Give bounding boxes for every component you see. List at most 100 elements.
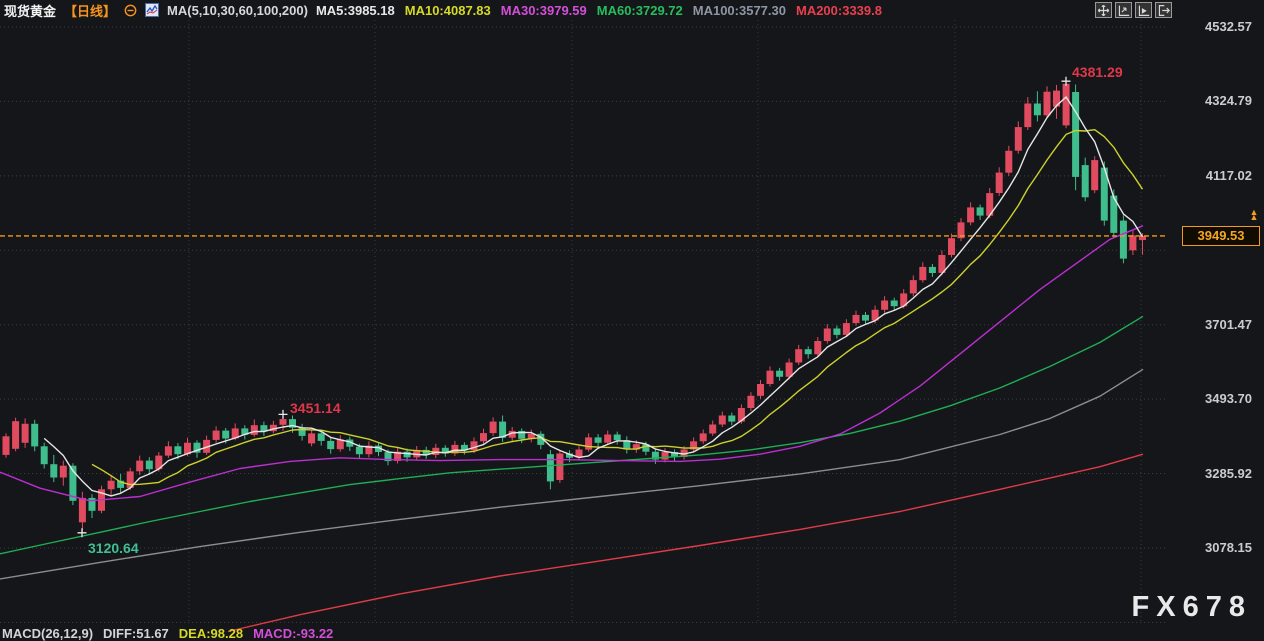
candle[interactable] (12, 421, 19, 449)
candle[interactable] (1044, 92, 1051, 116)
candle[interactable] (1063, 84, 1070, 126)
candle[interactable] (1129, 235, 1136, 250)
candle[interactable] (3, 436, 10, 455)
axis-tick-label: 3285.92 (1172, 466, 1252, 481)
candle[interactable] (719, 416, 726, 425)
candle[interactable] (222, 431, 229, 439)
candle[interactable] (213, 431, 220, 440)
candle[interactable] (165, 446, 172, 455)
candle[interactable] (146, 461, 153, 470)
candlestick-chart[interactable]: 4381.293451.143120.64 (0, 0, 1264, 638)
pane-zoom-button[interactable] (1115, 2, 1132, 18)
candle[interactable] (919, 267, 926, 280)
current-price-tag: 3949.53 (1182, 226, 1260, 246)
candle[interactable] (977, 207, 984, 215)
candle[interactable] (327, 441, 334, 449)
candle[interactable] (881, 301, 888, 310)
pan-tool-button[interactable] (1095, 2, 1112, 18)
candle[interactable] (862, 315, 869, 321)
candle[interactable] (280, 419, 287, 425)
candle[interactable] (556, 454, 563, 481)
candle[interactable] (31, 424, 38, 447)
candle[interactable] (853, 315, 860, 323)
candle[interactable] (747, 396, 754, 408)
candle[interactable] (136, 461, 143, 472)
candle[interactable] (929, 267, 936, 273)
candle[interactable] (1082, 165, 1089, 197)
candle[interactable] (308, 433, 315, 443)
candle[interactable] (404, 452, 411, 458)
ma-line-ma5 (44, 97, 1142, 496)
candle[interactable] (767, 371, 774, 384)
candle[interactable] (22, 424, 29, 443)
axis-tick-label: 4117.02 (1172, 168, 1252, 183)
candle[interactable] (1072, 92, 1079, 177)
candle[interactable] (79, 498, 86, 522)
candle[interactable] (910, 280, 917, 293)
candle[interactable] (50, 464, 57, 477)
candle[interactable] (1120, 221, 1127, 259)
candle[interactable] (814, 341, 821, 354)
candle[interactable] (614, 435, 621, 441)
candle[interactable] (776, 371, 783, 377)
pane-play-button[interactable] (1135, 2, 1152, 18)
candle[interactable] (709, 425, 716, 434)
chart-type-icon[interactable] (145, 3, 159, 17)
candle[interactable] (480, 433, 487, 441)
candle[interactable] (967, 207, 974, 222)
candle[interactable] (41, 446, 48, 464)
macd-segment: DIFF:51.67 (103, 626, 169, 641)
candle[interactable] (108, 481, 115, 490)
candle[interactable] (891, 301, 898, 307)
price-annotation: 4381.29 (1072, 64, 1123, 80)
candle[interactable] (700, 433, 707, 441)
candle[interactable] (1005, 151, 1012, 173)
candle[interactable] (318, 433, 325, 441)
candle[interactable] (547, 454, 554, 481)
ma-value-label: MA100:3577.30 (693, 3, 786, 18)
candle[interactable] (757, 384, 764, 396)
candle[interactable] (662, 452, 669, 460)
axis-tick-label: 3493.70 (1172, 391, 1252, 406)
candle[interactable] (1034, 104, 1041, 116)
candle[interactable] (843, 323, 850, 335)
candle[interactable] (60, 466, 67, 478)
header-toolbar (1095, 2, 1172, 18)
watermark: FX678 (1132, 591, 1252, 624)
candle[interactable] (174, 446, 181, 454)
candle[interactable] (948, 238, 955, 255)
axis-tick-label: 3078.15 (1172, 540, 1252, 555)
collapse-indicator-icon[interactable] (124, 4, 137, 17)
candle[interactable] (824, 329, 831, 342)
candle[interactable] (585, 437, 592, 449)
ma-value-label: MA200:3339.8 (796, 3, 882, 18)
candle[interactable] (728, 416, 735, 422)
ma-values-row: MA5:3985.18MA10:4087.83MA30:3979.59MA60:… (316, 3, 882, 18)
candle[interactable] (471, 441, 478, 450)
extreme-cross-marker (279, 410, 288, 419)
candle[interactable] (251, 425, 258, 435)
candle[interactable] (595, 437, 602, 442)
candle[interactable] (1015, 127, 1022, 151)
candle[interactable] (1024, 104, 1031, 128)
candle[interactable] (604, 435, 611, 443)
axis-tick-label: 4532.57 (1172, 19, 1252, 34)
ma-line-ma200 (228, 454, 1143, 631)
candle[interactable] (795, 349, 802, 362)
ma-value-label: MA30:3979.59 (501, 3, 587, 18)
candle[interactable] (996, 173, 1003, 193)
exit-fullscreen-button[interactable] (1155, 2, 1172, 18)
axis-tick-label: 4324.79 (1172, 93, 1252, 108)
candle[interactable] (356, 447, 363, 455)
candle[interactable] (833, 329, 840, 335)
price-up-arrow-icon: ▲▲ (1248, 210, 1260, 220)
candle[interactable] (1091, 160, 1098, 190)
ma-line-ma10 (92, 130, 1143, 485)
price-annotation: 3120.64 (88, 540, 139, 556)
candle[interactable] (805, 349, 812, 354)
candle[interactable] (490, 422, 497, 434)
candle[interactable] (738, 408, 745, 422)
symbol-title: 现货黄金 (4, 1, 56, 20)
timeframe-label[interactable]: 【日线】 (64, 1, 116, 20)
ma-value-label: MA10:4087.83 (405, 3, 491, 18)
